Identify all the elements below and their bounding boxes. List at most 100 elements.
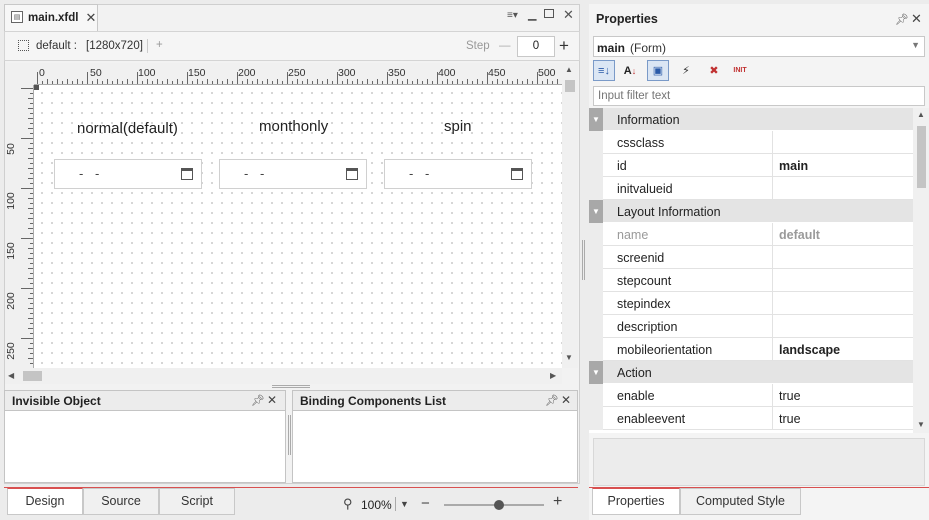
main-splitter[interactable]	[582, 240, 585, 280]
dropdown-menu-icon[interactable]: ≡▾	[507, 10, 518, 21]
property-value[interactable]: main	[779, 159, 808, 173]
close-editor-icon[interactable]: ✕	[563, 7, 574, 23]
pin-icon[interactable]: 📌︎	[545, 394, 559, 407]
ruler-tick	[407, 79, 408, 84]
sort-category-icon[interactable]: ≡↓	[593, 60, 615, 81]
splitter-handle[interactable]	[272, 385, 310, 388]
show-properties-icon[interactable]: ▣	[647, 60, 669, 81]
tab-script[interactable]: Script	[159, 488, 235, 515]
canvas-vertical-scrollbar[interactable]: ▲ ▼	[562, 63, 578, 368]
ruler-tick	[162, 81, 163, 84]
panel-splitter[interactable]	[288, 415, 291, 455]
property-value[interactable]: true	[779, 389, 801, 403]
scroll-thumb[interactable]	[565, 80, 575, 92]
zoom-slider-thumb[interactable]	[494, 500, 504, 510]
restore-icon[interactable]	[544, 9, 554, 18]
ruler-tick	[28, 148, 33, 149]
collapse-icon[interactable]: ▼	[589, 108, 603, 131]
zoom-value[interactable]: 100%	[361, 498, 392, 512]
property-row-enableevent[interactable]: enableevent true	[589, 407, 913, 430]
scroll-right-icon[interactable]: ▶	[550, 371, 556, 380]
reset-property-icon[interactable]: ✖	[703, 60, 725, 81]
property-row-stepcount[interactable]: stepcount	[589, 269, 913, 292]
scroll-up-icon[interactable]: ▲	[565, 65, 573, 74]
minimize-icon[interactable]: ▁	[528, 8, 536, 21]
ruler-top-label: 350	[388, 67, 406, 79]
label-normal-default[interactable]: normal(default)	[77, 120, 178, 137]
object-selector[interactable]: main (Form) ▼	[593, 36, 925, 57]
ruler-tick	[21, 188, 33, 189]
tab-computed-style[interactable]: Computed Style	[680, 488, 801, 515]
close-tab-icon[interactable]: ✕	[85, 10, 97, 25]
zoom-in-button[interactable]: +	[553, 493, 562, 511]
tab-design[interactable]: Design	[7, 488, 83, 515]
scroll-thumb[interactable]	[917, 126, 926, 188]
pin-icon[interactable]: 📌︎	[895, 13, 909, 26]
step-value-input[interactable]: 0	[517, 36, 555, 57]
ruler-tick	[212, 81, 213, 84]
sort-alpha-icon[interactable]: A ↓	[619, 60, 641, 81]
tab-source[interactable]: Source	[83, 488, 159, 515]
property-value[interactable]: true	[779, 412, 801, 426]
scroll-down-icon[interactable]: ▼	[917, 420, 925, 429]
scroll-down-icon[interactable]: ▼	[565, 353, 573, 362]
show-events-icon[interactable]: ⚡︎	[675, 60, 697, 81]
layout-icon[interactable]	[18, 40, 29, 51]
ruler-tick	[332, 81, 333, 84]
add-layout-button[interactable]: +	[156, 39, 163, 51]
ruler-tick	[28, 298, 33, 299]
zoom-slider[interactable]	[444, 500, 544, 510]
scroll-up-icon[interactable]: ▲	[917, 110, 925, 119]
label-monthonly[interactable]: monthonly	[259, 118, 328, 135]
scroll-left-icon[interactable]: ◀	[8, 371, 14, 380]
zoom-out-button[interactable]: −	[421, 495, 430, 512]
property-row-enable[interactable]: enable true	[589, 384, 913, 407]
property-key: initvalueid	[617, 182, 673, 196]
property-row-mobileorientation[interactable]: mobileorientation landscape	[589, 338, 913, 361]
category-information[interactable]: ▼ Information	[589, 108, 913, 131]
ruler-tick	[442, 81, 443, 84]
close-properties-icon[interactable]: ✕	[911, 11, 922, 27]
ruler-tick	[30, 243, 33, 244]
label-spin[interactable]: spin	[444, 118, 472, 135]
property-row-name[interactable]: name default	[589, 223, 913, 246]
property-row-cssclass[interactable]: cssclass	[589, 131, 913, 154]
zoom-dropdown-icon[interactable]: ▼	[400, 499, 409, 509]
design-canvas[interactable]: normal(default) monthonly spin - - - - -…	[34, 85, 562, 368]
close-panel-icon[interactable]: ✕	[561, 393, 571, 407]
tab-properties[interactable]: Properties	[592, 488, 680, 515]
property-row-screenid[interactable]: screenid	[589, 246, 913, 269]
calendar-normal[interactable]: - -	[54, 159, 202, 189]
zoom-icon[interactable]: ⚲	[343, 496, 353, 512]
calendar-spin[interactable]: - -	[384, 159, 532, 189]
panel-body[interactable]	[293, 411, 577, 482]
property-row-stepindex[interactable]: stepindex	[589, 292, 913, 315]
step-plus-button[interactable]: +	[559, 36, 569, 56]
step-minus-button[interactable]: —	[499, 40, 511, 52]
property-row-initvalueid[interactable]: initvalueid	[589, 177, 913, 200]
property-filter-input[interactable]	[593, 86, 925, 106]
editor-tab-main-xfdl[interactable]: ▤ main.xfdl ✕	[4, 4, 98, 31]
canvas-horizontal-scrollbar[interactable]: ◀ ▶	[5, 368, 562, 384]
category-action[interactable]: ▼ Action	[589, 361, 913, 384]
calendar-monthonly[interactable]: - -	[219, 159, 367, 189]
init-property-icon[interactable]: INIT	[729, 60, 751, 81]
pin-icon[interactable]: 📌︎	[251, 394, 265, 407]
property-row-id[interactable]: id main	[589, 154, 913, 177]
collapse-icon[interactable]: ▼	[589, 200, 603, 223]
ruler-tick	[312, 81, 313, 84]
calendar-icon[interactable]	[181, 168, 193, 180]
category-layout-information[interactable]: ▼ Layout Information	[589, 200, 913, 223]
chevron-down-icon[interactable]: ▼	[911, 40, 920, 50]
panel-body[interactable]	[5, 411, 285, 482]
scroll-thumb[interactable]	[23, 371, 42, 381]
calendar-icon[interactable]	[511, 168, 523, 180]
property-row-description[interactable]: description	[589, 315, 913, 338]
ruler-tick	[292, 81, 293, 84]
close-panel-icon[interactable]: ✕	[267, 393, 277, 407]
collapse-icon[interactable]: ▼	[589, 361, 603, 384]
property-value[interactable]: landscape	[779, 343, 840, 357]
properties-vertical-scrollbar[interactable]: ▲ ▼	[913, 108, 929, 433]
calendar-icon[interactable]	[346, 168, 358, 180]
ruler-top-label: 300	[338, 67, 356, 79]
